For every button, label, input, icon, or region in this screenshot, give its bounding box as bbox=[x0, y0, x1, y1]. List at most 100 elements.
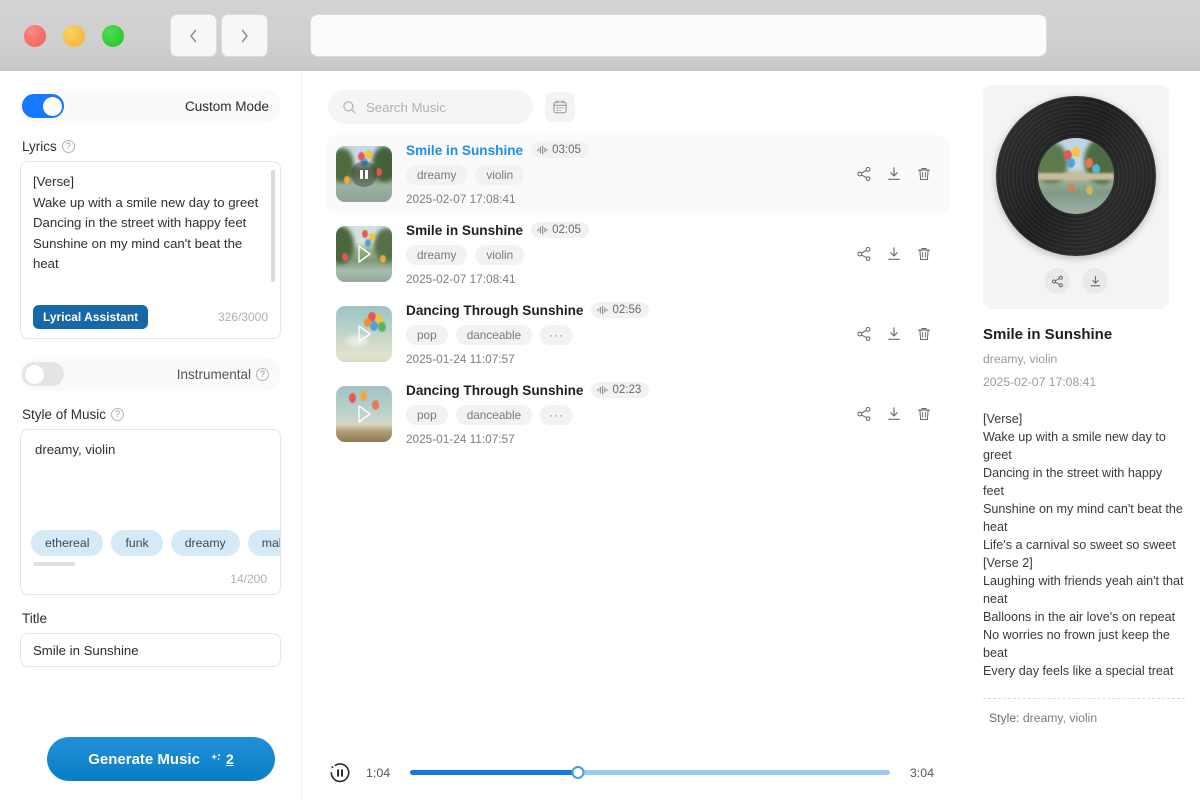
minimize-window-button[interactable] bbox=[63, 25, 85, 47]
track-row[interactable]: Dancing Through Sunshine 02:56 bbox=[326, 295, 950, 373]
download-icon[interactable] bbox=[886, 246, 902, 262]
vinyl-card bbox=[983, 85, 1169, 309]
track-title: Dancing Through Sunshine bbox=[406, 383, 583, 398]
track-tag[interactable]: violin bbox=[475, 165, 524, 185]
track-duration-badge: 02:56 bbox=[591, 302, 649, 318]
instrumental-row[interactable]: Instrumental ? bbox=[20, 357, 281, 391]
album-art-label bbox=[1038, 138, 1114, 214]
detail-title: Smile in Sunshine bbox=[983, 326, 1185, 343]
style-of-music-label: Style of Music bbox=[22, 407, 106, 422]
style-label-row: Style of Music ? bbox=[22, 407, 281, 422]
player-pause-button[interactable] bbox=[328, 761, 352, 785]
style-tag[interactable]: dreamy bbox=[171, 530, 240, 556]
instrumental-toggle[interactable] bbox=[22, 362, 64, 386]
track-tag[interactable]: danceable bbox=[456, 325, 532, 345]
track-play-overlay[interactable] bbox=[336, 226, 392, 282]
track-play-overlay[interactable] bbox=[336, 306, 392, 362]
style-tag[interactable]: funk bbox=[111, 530, 162, 556]
track-tag-more[interactable]: ··· bbox=[540, 325, 573, 345]
track-row[interactable]: Dancing Through Sunshine 02:23 bbox=[326, 375, 950, 453]
lyrics-help-icon[interactable]: ? bbox=[62, 140, 75, 153]
player-progress-bar[interactable] bbox=[410, 770, 890, 775]
calendar-filter-button[interactable] bbox=[545, 92, 575, 122]
pause-badge[interactable] bbox=[351, 161, 377, 187]
style-help-icon[interactable]: ? bbox=[111, 408, 124, 421]
track-play-overlay[interactable] bbox=[336, 146, 392, 202]
track-tags: dreamy violin bbox=[406, 165, 842, 185]
track-duration: 02:05 bbox=[552, 224, 581, 236]
track-thumbnail[interactable] bbox=[336, 226, 392, 282]
lyrics-textarea[interactable]: [Verse] Wake up with a smile new day to … bbox=[20, 161, 281, 339]
track-info: Dancing Through Sunshine 02:23 bbox=[406, 382, 842, 446]
track-row[interactable]: Smile in Sunshine 02:05 bbox=[326, 215, 950, 293]
track-row[interactable]: Smile in Sunshine 03:05 bbox=[326, 135, 950, 213]
track-play-overlay[interactable] bbox=[336, 386, 392, 442]
track-thumbnail[interactable] bbox=[336, 146, 392, 202]
detail-lyrics: [Verse] Wake up with a smile new day to … bbox=[983, 410, 1185, 680]
style-tags-scrollbar[interactable] bbox=[33, 562, 75, 566]
custom-mode-row[interactable]: Custom Mode bbox=[20, 89, 281, 123]
share-icon[interactable] bbox=[856, 246, 872, 262]
share-icon[interactable] bbox=[856, 406, 872, 422]
trash-icon[interactable] bbox=[916, 246, 932, 262]
detail-download-button[interactable] bbox=[1082, 268, 1108, 294]
art-shoreline bbox=[1038, 173, 1114, 180]
lyrical-assistant-button[interactable]: Lyrical Assistant bbox=[33, 305, 148, 329]
player-progress-handle[interactable] bbox=[572, 766, 585, 779]
track-tag[interactable]: pop bbox=[406, 325, 448, 345]
detail-date: 2025-02-07 17:08:41 bbox=[983, 375, 1185, 389]
vinyl-record[interactable] bbox=[996, 96, 1156, 256]
custom-mode-toggle[interactable] bbox=[22, 94, 64, 118]
detail-style-row: Style: dreamy, violin bbox=[983, 711, 1185, 725]
track-tag[interactable]: violin bbox=[475, 245, 524, 265]
chevron-left-icon bbox=[187, 28, 200, 44]
track-duration: 03:05 bbox=[552, 144, 581, 156]
back-button[interactable] bbox=[170, 14, 217, 57]
track-tag[interactable]: dreamy bbox=[406, 165, 467, 185]
style-tag[interactable]: ethereal bbox=[31, 530, 103, 556]
track-list: Smile in Sunshine 03:05 bbox=[303, 124, 958, 453]
track-tag[interactable]: dreamy bbox=[406, 245, 467, 265]
track-tag[interactable]: pop bbox=[406, 405, 448, 425]
lyrics-label: Lyrics bbox=[22, 139, 57, 154]
close-window-button[interactable] bbox=[24, 25, 46, 47]
download-icon[interactable] bbox=[886, 326, 902, 342]
forward-button[interactable] bbox=[221, 14, 268, 57]
main-content: Search Music bbox=[303, 71, 958, 800]
instrumental-help-icon[interactable]: ? bbox=[256, 368, 269, 381]
track-tag[interactable]: danceable bbox=[456, 405, 532, 425]
style-of-music-textarea[interactable]: dreamy, violin ethereal funk dreamy male… bbox=[20, 429, 281, 595]
search-input[interactable]: Search Music bbox=[328, 90, 533, 124]
title-input[interactable]: Smile in Sunshine bbox=[20, 633, 281, 667]
generate-music-button[interactable]: Generate Music 2 bbox=[47, 737, 275, 781]
track-title-row: Smile in Sunshine 03:05 bbox=[406, 142, 842, 158]
trash-icon[interactable] bbox=[916, 326, 932, 342]
browser-chrome bbox=[0, 0, 1200, 71]
trash-icon[interactable] bbox=[916, 166, 932, 182]
chevron-right-icon bbox=[238, 28, 251, 44]
trash-icon[interactable] bbox=[916, 406, 932, 422]
download-icon[interactable] bbox=[886, 406, 902, 422]
maximize-window-button[interactable] bbox=[102, 25, 124, 47]
share-icon[interactable] bbox=[856, 326, 872, 342]
track-title-row: Smile in Sunshine 02:05 bbox=[406, 222, 842, 238]
track-title-row: Dancing Through Sunshine 02:56 bbox=[406, 302, 842, 318]
track-thumbnail[interactable] bbox=[336, 386, 392, 442]
play-icon[interactable] bbox=[354, 323, 374, 345]
play-icon[interactable] bbox=[354, 403, 374, 425]
play-icon[interactable] bbox=[354, 243, 374, 265]
track-thumbnail[interactable] bbox=[336, 306, 392, 362]
url-bar[interactable] bbox=[310, 14, 1047, 57]
share-icon[interactable] bbox=[856, 166, 872, 182]
lyrics-scrollbar[interactable] bbox=[271, 170, 275, 282]
track-duration-badge: 02:23 bbox=[591, 382, 649, 398]
track-date: 2025-02-07 17:08:41 bbox=[406, 272, 842, 286]
detail-share-button[interactable] bbox=[1044, 268, 1070, 294]
track-title: Smile in Sunshine bbox=[406, 223, 523, 238]
track-tag-more[interactable]: ··· bbox=[540, 405, 573, 425]
art-balloon bbox=[1067, 158, 1075, 168]
detail-style-label: Style: bbox=[989, 711, 1019, 725]
style-tag[interactable]: male bbox=[248, 530, 281, 556]
download-icon[interactable] bbox=[886, 166, 902, 182]
lyrics-text: [Verse] Wake up with a smile new day to … bbox=[33, 172, 266, 275]
